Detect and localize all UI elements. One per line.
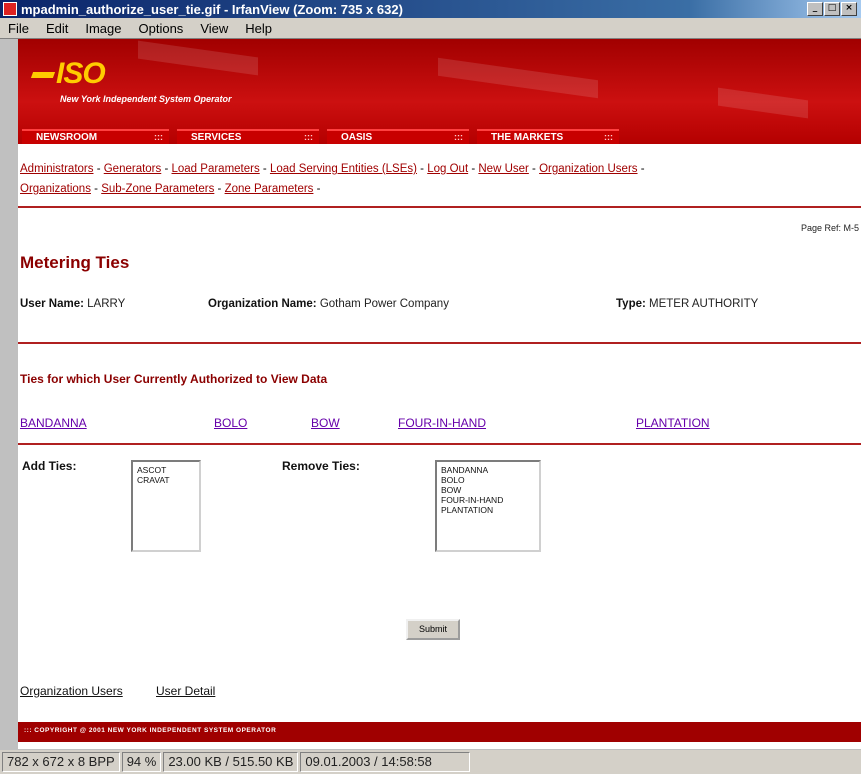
link-separator: - xyxy=(259,163,270,175)
add-ties-option[interactable]: ASCOT xyxy=(137,465,195,475)
nav-label: NEWSROOM xyxy=(36,132,98,143)
status-bar: 782 x 672 x 8 BPP 94 % 23.00 KB / 515.50… xyxy=(0,750,861,774)
remove-ties-listbox[interactable]: BANDANNA BOLO BOW FOUR-IN-HAND PLANTATIO… xyxy=(435,460,541,552)
remove-ties-option[interactable]: FOUR-IN-HAND xyxy=(441,495,535,505)
link-log-out[interactable]: Log Out xyxy=(427,163,468,175)
site-banner: ISO New York Independent System Operator… xyxy=(18,39,861,144)
page-title: Metering Ties xyxy=(20,253,130,272)
link-separator: - xyxy=(90,183,102,195)
link-separator: - xyxy=(416,163,428,175)
footer-link-organization-users[interactable]: Organization Users xyxy=(20,684,123,698)
site-nav: NEWSROOM::: SERVICES::: OASIS::: THE MAR… xyxy=(18,129,861,144)
tie-link-four-in-hand[interactable]: FOUR-IN-HAND xyxy=(398,416,486,430)
nav-newsroom[interactable]: NEWSROOM::: xyxy=(22,129,169,144)
link-separator: - xyxy=(214,183,225,195)
status-size: 23.00 KB / 515.50 KB xyxy=(163,752,299,772)
user-name-label: User Name: xyxy=(20,298,84,310)
status-zoom: 94 % xyxy=(121,752,162,772)
link-load-serving-entities[interactable]: Load Serving Entities (LSEs) xyxy=(270,163,417,175)
viewport-bottom xyxy=(18,742,861,749)
maximize-button[interactable]: □ xyxy=(824,2,840,16)
window-title: mpadmin_authorize_user_tie.gif - IrfanVi… xyxy=(21,1,403,17)
window-titlebar[interactable]: mpadmin_authorize_user_tie.gif - IrfanVi… xyxy=(0,0,861,18)
remove-ties-option[interactable]: PLANTATION xyxy=(441,505,535,515)
copyright-text: ::: COPYRIGHT @ 2001 NEW YORK INDEPENDEN… xyxy=(24,727,277,734)
copyright-bar: ::: COPYRIGHT @ 2001 NEW YORK INDEPENDEN… xyxy=(18,722,861,742)
divider xyxy=(18,342,861,344)
link-separator: - xyxy=(637,163,645,175)
banner-stripe xyxy=(138,40,258,76)
link-separator: - xyxy=(313,183,321,195)
link-separator: - xyxy=(161,163,172,175)
banner-stripe xyxy=(438,57,598,99)
menu-image[interactable]: Image xyxy=(77,21,130,36)
status-datetime: 09.01.2003 / 14:58:58 xyxy=(300,752,471,772)
type-label: Type: xyxy=(616,298,646,310)
link-separator: - xyxy=(468,163,479,175)
add-ties-listbox[interactable]: ASCOT CRAVAT xyxy=(131,460,201,552)
organization-name-label: Organization Name: xyxy=(208,298,317,310)
link-zone-parameters[interactable]: Zone Parameters xyxy=(225,183,314,195)
link-generators[interactable]: Generators xyxy=(104,163,162,175)
nav-dots: ::: xyxy=(154,132,163,142)
nav-label: OASIS xyxy=(341,132,373,143)
site-tagline: New York Independent System Operator xyxy=(60,94,232,104)
tie-link-bolo[interactable]: BOLO xyxy=(214,416,247,430)
divider xyxy=(18,206,861,208)
remove-ties-option[interactable]: BOW xyxy=(441,485,535,495)
menu-view[interactable]: View xyxy=(192,21,237,36)
nav-dots: ::: xyxy=(304,132,313,142)
close-button[interactable]: × xyxy=(841,2,857,16)
add-ties-label: Add Ties: xyxy=(22,459,77,473)
nav-label: SERVICES xyxy=(191,132,242,143)
nav-label: THE MARKETS xyxy=(491,132,564,143)
nav-oasis[interactable]: OASIS::: xyxy=(327,129,469,144)
admin-links-row2: Organizations - Sub-Zone Parameters - Zo… xyxy=(20,179,860,199)
logo-text: ISO xyxy=(56,57,106,90)
tie-link-plantation[interactable]: PLANTATION xyxy=(636,416,710,430)
nav-the-markets[interactable]: THE MARKETS::: xyxy=(477,129,619,144)
app-icon xyxy=(3,2,17,16)
link-organizations[interactable]: Organizations xyxy=(20,183,91,195)
nav-dots: ::: xyxy=(454,132,463,142)
menu-help[interactable]: Help xyxy=(237,21,281,36)
banner-stripe xyxy=(718,87,808,119)
link-new-user[interactable]: New User xyxy=(478,163,528,175)
link-organization-users[interactable]: Organization Users xyxy=(539,163,637,175)
admin-links: Administrators - Generators - Load Param… xyxy=(20,159,860,199)
organization-info: Organization Name: Gotham Power Company xyxy=(208,298,449,310)
section-title: Ties for which User Currently Authorized… xyxy=(20,372,328,386)
iso-logo[interactable]: ISO xyxy=(30,57,106,91)
image-viewport: ISO New York Independent System Operator… xyxy=(18,39,861,749)
type-info: Type: METER AUTHORITY xyxy=(616,298,758,310)
organization-name-value: Gotham Power Company xyxy=(319,298,449,310)
nav-dots: ::: xyxy=(604,132,613,142)
tie-link-bow[interactable]: BOW xyxy=(311,416,340,430)
footer-link-user-detail[interactable]: User Detail xyxy=(156,684,215,698)
remove-ties-option[interactable]: BANDANNA xyxy=(441,465,535,475)
link-separator: - xyxy=(528,163,540,175)
remove-ties-label: Remove Ties: xyxy=(282,459,360,473)
user-name-value: LARRY xyxy=(87,298,126,310)
add-ties-option[interactable]: CRAVAT xyxy=(137,475,195,485)
menu-bar: File Edit Image Options View Help xyxy=(0,18,861,39)
status-dimensions: 782 x 672 x 8 BPP xyxy=(2,752,120,772)
menu-options[interactable]: Options xyxy=(131,21,193,36)
link-load-parameters[interactable]: Load Parameters xyxy=(172,163,260,175)
submit-button[interactable]: Submit xyxy=(406,619,460,640)
nav-services[interactable]: SERVICES::: xyxy=(177,129,319,144)
tie-link-bandanna[interactable]: BANDANNA xyxy=(20,416,87,430)
link-separator: - xyxy=(93,163,104,175)
link-administrators[interactable]: Administrators xyxy=(20,163,94,175)
menu-edit[interactable]: Edit xyxy=(38,21,77,36)
user-info: User Name: LARRY xyxy=(20,298,125,310)
minimize-button[interactable]: _ xyxy=(807,2,823,16)
page-ref: Page Ref: M-5 xyxy=(800,223,859,233)
divider xyxy=(18,443,861,445)
type-value: METER AUTHORITY xyxy=(649,298,759,310)
link-sub-zone-parameters[interactable]: Sub-Zone Parameters xyxy=(101,183,214,195)
admin-links-row1: Administrators - Generators - Load Param… xyxy=(20,159,860,179)
menu-file[interactable]: File xyxy=(0,21,38,36)
remove-ties-option[interactable]: BOLO xyxy=(441,475,535,485)
